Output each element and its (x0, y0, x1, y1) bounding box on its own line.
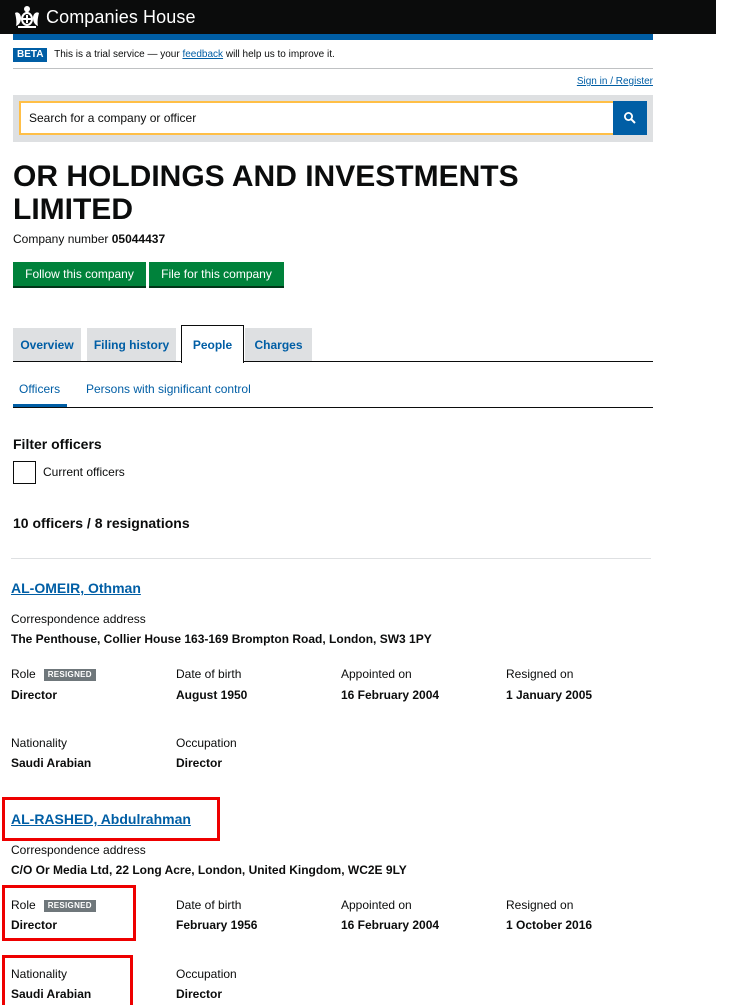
beta-tag: BETA (13, 48, 48, 62)
annotation-box-name (2, 797, 220, 841)
dob-label: Date of birth (176, 667, 242, 681)
subtabs-divider (13, 407, 653, 408)
nationality-label: Nationality (11, 736, 68, 750)
correspondence-label: Correspondence address (11, 612, 146, 626)
company-title: OR HOLDINGS AND INVESTMENTS LIMITED (13, 160, 519, 226)
tab-overview[interactable]: Overview (13, 328, 81, 361)
correspondence-address: The Penthouse, Collier House 163-169 Bro… (11, 632, 432, 646)
appointed-label: Appointed on (341, 898, 412, 912)
appointed-value: 16 February 2004 (341, 688, 440, 702)
officer-name-link[interactable]: AL-OMEIR, Othman (11, 580, 141, 596)
appointed-value: 16 February 2004 (341, 918, 440, 932)
role-value: Director (11, 688, 58, 702)
nationality-value: Saudi Arabian (11, 756, 92, 770)
site-header: Companies House (0, 0, 716, 34)
tab-people[interactable]: People (181, 325, 244, 363)
search-icon (624, 112, 636, 124)
dob-value: August 1950 (176, 688, 248, 702)
file-for-company-button[interactable]: File for this company (149, 262, 284, 288)
current-officers-checkbox[interactable] (13, 461, 36, 484)
feedback-link[interactable]: feedback (182, 49, 223, 60)
resigned-badge: RESIGNED (43, 669, 96, 681)
current-officers-label[interactable]: Current officers (43, 465, 125, 479)
company-number-label: Company number (13, 232, 109, 246)
correspondence-address: C/O Or Media Ltd, 22 Long Acre, London, … (11, 863, 407, 877)
divider (11, 558, 651, 559)
occupation-value: Director (176, 756, 223, 770)
correspondence-label: Correspondence address (11, 843, 146, 857)
subtab-psc[interactable]: Persons with significant control (86, 382, 251, 396)
dob-value: February 1956 (176, 918, 258, 932)
occupation-label: Occupation (176, 967, 237, 981)
brand-name[interactable]: Companies House (46, 7, 196, 28)
company-number-value: 05044437 (111, 232, 166, 246)
dob-label: Date of birth (176, 898, 242, 912)
resigned-value: 1 January 2005 (506, 688, 593, 702)
sign-in-register-link[interactable]: Sign in / Register (577, 76, 653, 87)
search-bar: Search for a company or officer (13, 95, 653, 142)
beta-text-after: will help us to improve it. (223, 49, 335, 60)
header-accent-bar (13, 34, 653, 40)
company-number: Company number 05044437 (13, 232, 165, 246)
beta-banner: BETA This is a trial service — your feed… (13, 48, 653, 68)
beta-text-before: This is a trial service — your (54, 49, 183, 60)
search-input[interactable]: Search for a company or officer (19, 101, 627, 135)
tab-filing-history[interactable]: Filing history (87, 328, 176, 361)
occupation-value: Director (176, 987, 223, 1001)
officer-count: 10 officers / 8 resignations (13, 515, 190, 531)
subtab-officers[interactable]: Officers (19, 382, 60, 396)
follow-company-button[interactable]: Follow this company (13, 262, 146, 288)
royal-crest-icon[interactable] (13, 5, 41, 29)
role-label: Role RESIGNED (11, 667, 96, 681)
filter-heading: Filter officers (13, 436, 102, 452)
occupation-label: Occupation (176, 736, 237, 750)
annotation-box-nationality (2, 955, 133, 1005)
resigned-value: 1 October 2016 (506, 918, 593, 932)
annotation-box-role (2, 885, 136, 941)
appointed-label: Appointed on (341, 667, 412, 681)
tabs-divider (13, 361, 653, 362)
search-button[interactable] (613, 101, 647, 135)
resigned-label: Resigned on (506, 898, 574, 912)
role-label-text: Role (11, 667, 36, 681)
active-subtab-indicator (13, 404, 67, 407)
divider (13, 68, 653, 69)
resigned-label: Resigned on (506, 667, 574, 681)
tab-charges[interactable]: Charges (245, 328, 312, 361)
